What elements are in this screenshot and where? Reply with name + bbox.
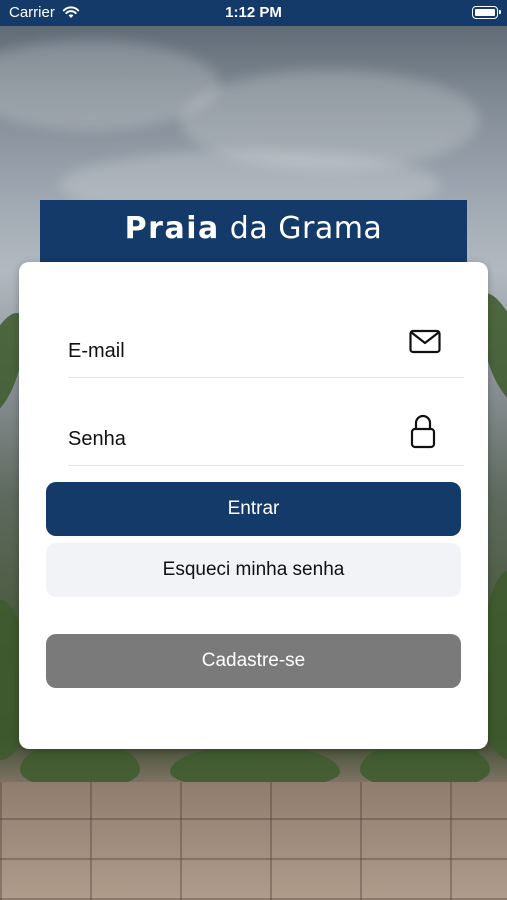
email-label: E-mail [68,340,125,362]
forgot-password-button[interactable]: Esqueci minha senha [46,543,461,597]
login-button[interactable]: Entrar [46,482,461,536]
envelope-icon [409,329,441,360]
app-title-part2: da Grama [229,211,383,246]
lock-icon [410,413,436,454]
signup-button[interactable]: Cadastre-se [46,634,461,688]
password-label: Senha [68,428,126,450]
app-title-banner: Praia da Grama [40,200,467,266]
app-title-part1: Praia [124,211,220,246]
password-field[interactable]: Senha [68,405,464,466]
login-card: E-mail Senha Entrar Esqueci minha senha … [19,262,488,749]
clock: 1:12 PM [225,4,282,21]
email-field[interactable]: E-mail [68,317,464,378]
status-bar: Carrier 1:12 PM [0,0,507,26]
battery-icon [472,6,501,19]
